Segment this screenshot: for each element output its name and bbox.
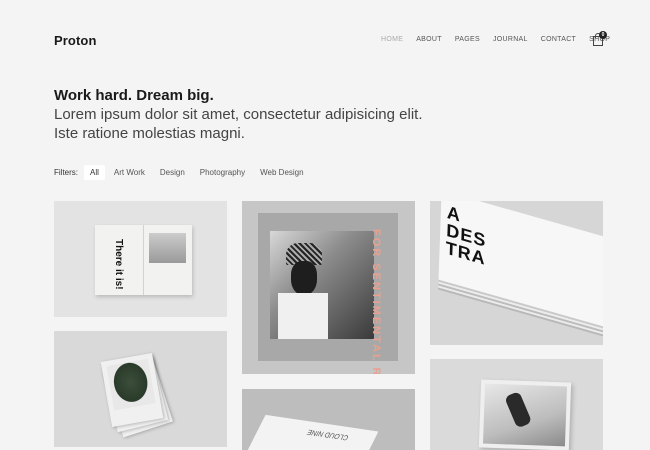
nav-journal[interactable]: JOURNAL	[493, 36, 528, 43]
portfolio-item-photo-frame[interactable]	[430, 359, 603, 450]
poster-shirt	[278, 293, 328, 339]
hero-subtitle-line-2: Iste ratione molestias magni.	[54, 125, 245, 142]
nav-contact[interactable]: CONTACT	[541, 36, 576, 43]
hero-subtitle-line-1: Lorem ipsum dolor sit amet, consectetur …	[54, 106, 423, 123]
main-nav: HOME ABOUT PAGES JOURNAL CONTACT SHOP	[381, 36, 623, 43]
nav-pages[interactable]: PAGES	[455, 36, 480, 43]
portfolio-item-magazine-stack[interactable]	[54, 331, 227, 447]
book-photo	[149, 233, 186, 263]
filters-label: Filters:	[54, 168, 78, 177]
business-card-stack: A DES TRA	[438, 201, 603, 334]
site-logo[interactable]: Proton	[54, 33, 96, 48]
magazine-front	[100, 352, 164, 428]
poster-face	[291, 261, 317, 295]
portfolio-filters: Filters: All Art Work Design Photography…	[54, 165, 313, 180]
card-stack-text: CLOUD NINE	[306, 427, 351, 441]
poster-image: FOR SENTIMENTAL REASONS	[258, 213, 398, 374]
book-cover-text: There it is!	[113, 239, 124, 290]
filter-web-design[interactable]: Web Design	[254, 165, 309, 180]
filter-photography[interactable]: Photography	[194, 165, 251, 180]
book-spine	[143, 225, 144, 295]
portfolio-item-card-stack[interactable]: CLOUD NINE	[242, 389, 415, 450]
portfolio-item-open-book[interactable]: There it is!	[54, 201, 227, 317]
photo-frame-image	[478, 379, 572, 450]
tree-photo	[106, 358, 156, 411]
hero-title: Work hard. Dream big.	[54, 87, 214, 104]
cart-count-badge: 0	[599, 31, 607, 39]
cart-button[interactable]: 0	[592, 31, 607, 46]
filter-design[interactable]: Design	[154, 165, 191, 180]
filter-all[interactable]: All	[84, 165, 105, 180]
nav-home[interactable]: HOME	[381, 36, 403, 43]
portfolio-item-business-cards[interactable]: A DES TRA	[430, 201, 603, 345]
poster-title-text: FOR SENTIMENTAL REASONS	[370, 229, 382, 374]
nav-about[interactable]: ABOUT	[416, 36, 442, 43]
card-stack-image: CLOUD NINE	[245, 414, 379, 450]
portfolio-item-poster[interactable]: FOR SENTIMENTAL REASONS	[242, 201, 415, 374]
filter-art-work[interactable]: Art Work	[108, 165, 151, 180]
open-book-image: There it is!	[95, 225, 192, 295]
